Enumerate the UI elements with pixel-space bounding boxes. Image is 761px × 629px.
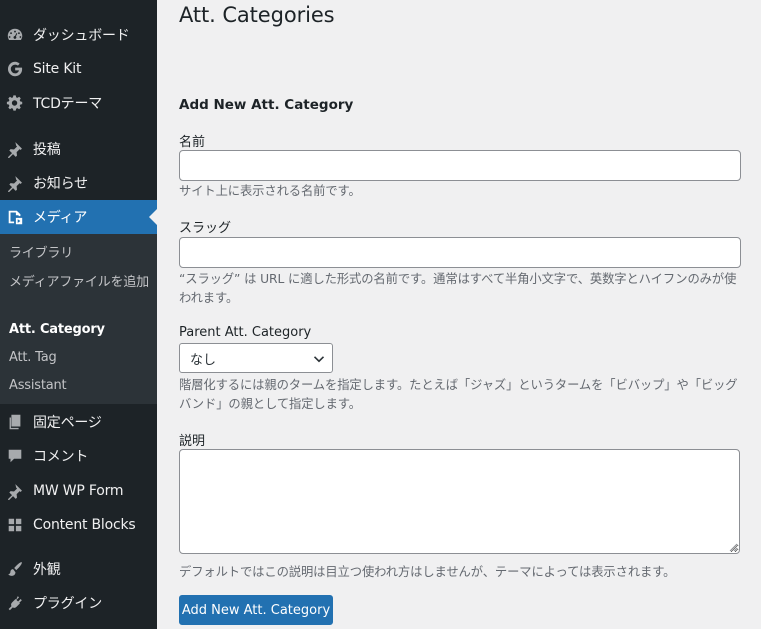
menu-appearance[interactable]: 外観	[0, 552, 157, 586]
menu-mw-wp-form[interactable]: MW WP Form	[0, 474, 157, 508]
parent-category-description: 階層化するには親のタームを指定します。たとえば「ジャズ」というタームを「ビバップ…	[179, 378, 738, 411]
menu-plugins-label: プラグイン	[33, 596, 102, 612]
google-g-icon	[5, 59, 25, 79]
menu-appearance-label: 外観	[33, 562, 61, 578]
media-submenu: ライブラリ メディアファイルを追加 Att. Category Att. Tag…	[0, 234, 157, 404]
page-icon	[5, 412, 25, 432]
menu-pages-label: 固定ページ	[33, 415, 102, 431]
menu-plugins[interactable]: プラグイン	[0, 586, 157, 620]
slug-input[interactable]	[179, 237, 741, 268]
submenu-assistant[interactable]: Assistant	[9, 376, 149, 395]
parent-category-label: Parent Att. Category	[179, 325, 312, 340]
submenu-add-media[interactable]: メディアファイルを追加	[9, 273, 149, 292]
menu-news[interactable]: お知らせ	[0, 166, 157, 200]
menu-news-label: お知らせ	[33, 176, 88, 192]
menu-site-kit-label: Site Kit	[33, 61, 82, 77]
name-input[interactable]	[179, 150, 741, 181]
menu-tcd-theme[interactable]: TCDテーマ	[0, 86, 157, 120]
menu-dashboard-label: ダッシュボード	[33, 28, 130, 44]
blocks-icon	[5, 515, 25, 535]
menu-posts[interactable]: 投稿	[0, 132, 157, 166]
resize-grip-icon[interactable]	[728, 542, 738, 552]
name-label: 名前	[179, 135, 206, 150]
slug-description: “スラッグ” は URL に適した形式の名前です。通常はすべて半角小文字で、英数…	[179, 272, 737, 305]
menu-media-label: メディア	[33, 210, 88, 226]
submenu-att-tag[interactable]: Att. Tag	[9, 348, 149, 367]
dashboard-icon	[5, 25, 25, 45]
menu-media[interactable]: メディア	[0, 200, 157, 234]
menu-site-kit[interactable]: Site Kit	[0, 52, 157, 86]
admin-sidebar: ダッシュボード Site Kit TCDテーマ 投稿 お知らせ メディア ライブ…	[0, 0, 157, 629]
name-description: サイト上に表示される名前です。	[179, 184, 361, 198]
pushpin-icon	[5, 481, 25, 501]
menu-comments-label: コメント	[33, 449, 89, 465]
media-icon	[5, 207, 25, 227]
menu-comments[interactable]: コメント	[0, 439, 157, 473]
form-heading: Add New Att. Category	[179, 97, 354, 113]
pushpin-icon	[5, 173, 25, 193]
description-label: 説明	[179, 434, 206, 449]
menu-posts-label: 投稿	[33, 142, 61, 158]
plugin-icon	[5, 593, 25, 613]
menu-content-blocks[interactable]: Content Blocks	[0, 508, 157, 542]
slug-label: スラッグ	[179, 221, 232, 236]
description-help: デフォルトではこの説明は目立つ使われ方はしませんが、テーマによっては表示されます…	[179, 565, 676, 579]
menu-dashboard[interactable]: ダッシュボード	[0, 18, 157, 52]
parent-category-select[interactable]: なし	[179, 343, 333, 373]
menu-pages[interactable]: 固定ページ	[0, 405, 157, 439]
menu-mw-wp-form-label: MW WP Form	[33, 483, 124, 499]
add-new-category-button[interactable]: Add New Att. Category	[179, 595, 333, 625]
pushpin-icon	[5, 139, 25, 159]
parent-category-selected: なし	[190, 352, 217, 368]
page-title: Att. Categories	[179, 3, 335, 27]
menu-tcd-theme-label: TCDテーマ	[33, 96, 103, 112]
submenu-library[interactable]: ライブラリ	[9, 244, 149, 263]
menu-content-blocks-label: Content Blocks	[33, 517, 136, 533]
gear-icon	[5, 93, 25, 113]
comment-icon	[5, 446, 25, 466]
submenu-att-category[interactable]: Att. Category	[9, 320, 149, 339]
chevron-down-icon	[313, 356, 325, 363]
brush-icon	[5, 559, 25, 579]
description-textarea[interactable]	[179, 449, 740, 554]
